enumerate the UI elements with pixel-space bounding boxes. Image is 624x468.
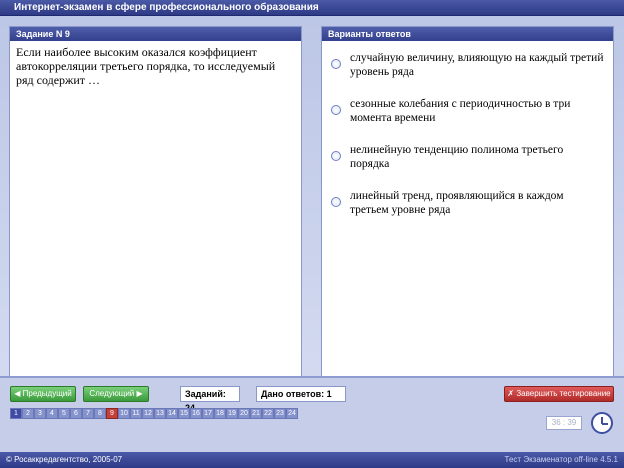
page-button-4[interactable]: 4 (46, 408, 58, 419)
page-button-17[interactable]: 17 (202, 408, 214, 419)
page-button-21[interactable]: 21 (250, 408, 262, 419)
page-button-9[interactable]: 9 (106, 408, 118, 419)
answered-counter: Дано ответов: 1 (256, 386, 346, 402)
page-button-12[interactable]: 12 (142, 408, 154, 419)
question-text: Если наиболее высоким оказался коэффицие… (16, 45, 276, 87)
window-title: Интернет-экзамен в сфере профессионально… (0, 0, 624, 16)
answer-option-3[interactable]: нелинейную тенденцию полинома третьего п… (322, 143, 613, 189)
page-button-6[interactable]: 6 (70, 408, 82, 419)
previous-label: Предыдущий (22, 389, 72, 398)
bottom-toolbar: ◀ Предыдущий Следующий ▶ Заданий: 24 Дан… (0, 376, 624, 452)
page-button-24[interactable]: 24 (286, 408, 298, 419)
answers-header: Варианты ответов (322, 27, 613, 41)
answer-option-1[interactable]: случайную величину, влияющую на каждый т… (322, 51, 613, 97)
answer-label: нелинейную тенденцию полинома третьего п… (350, 144, 564, 170)
answer-option-4[interactable]: линейный тренд, проявляющийся в каждом т… (322, 189, 613, 235)
page-button-5[interactable]: 5 (58, 408, 70, 419)
page-button-14[interactable]: 14 (166, 408, 178, 419)
finish-label: Завершить тестирование (516, 389, 611, 398)
radio-icon[interactable] (331, 151, 341, 161)
page-selector: 1 2 3 4 5 6 7 8 9 10 11 12 13 14 15 16 17 18 19 20 21 22 23 24 (10, 408, 298, 419)
version-text: Тест Экзаменатор off-line 4.5.1 (504, 455, 618, 464)
runner-icon: ✗ (507, 389, 515, 398)
answer-list: случайную величину, влияющую на каждый т… (322, 41, 613, 235)
answers-panel: Варианты ответов случайную величину, вли… (321, 26, 614, 382)
finish-test-button[interactable]: ✗ Завершить тестирование (504, 386, 614, 402)
page-button-23[interactable]: 23 (274, 408, 286, 419)
clock-icon (591, 412, 613, 434)
question-header: Задание N 9 (10, 27, 301, 41)
question-panel: Задание N 9 Если наиболее высоким оказал… (9, 26, 302, 382)
page-button-22[interactable]: 22 (262, 408, 274, 419)
page-button-8[interactable]: 8 (94, 408, 106, 419)
page-button-2[interactable]: 2 (22, 408, 34, 419)
answer-label: сезонные колебания с периодичностью в тр… (350, 98, 571, 124)
tasks-counter: Заданий: 24 (180, 386, 240, 413)
timer-display: 36 : 39 (546, 416, 582, 430)
radio-icon[interactable] (331, 59, 341, 69)
page-button-3[interactable]: 3 (34, 408, 46, 419)
page-button-20[interactable]: 20 (238, 408, 250, 419)
page-button-7[interactable]: 7 (82, 408, 94, 419)
page-button-19[interactable]: 19 (226, 408, 238, 419)
work-area: Задание N 9 Если наиболее высоким оказал… (0, 16, 624, 382)
arrow-right-icon: ▶ (136, 389, 143, 398)
page-button-13[interactable]: 13 (154, 408, 166, 419)
arrow-left-icon: ◀ (14, 389, 21, 398)
page-button-18[interactable]: 18 (214, 408, 226, 419)
answer-label: случайную величину, влияющую на каждый т… (350, 52, 604, 78)
copyright-text: © Росаккредагентство, 2005-07 (6, 455, 123, 464)
page-button-11[interactable]: 11 (130, 408, 142, 419)
radio-icon[interactable] (331, 105, 341, 115)
answer-option-2[interactable]: сезонные колебания с периодичностью в тр… (322, 97, 613, 143)
page-button-10[interactable]: 10 (118, 408, 130, 419)
next-label: Следующий (89, 389, 135, 398)
next-button[interactable]: Следующий ▶ (83, 386, 149, 402)
radio-icon[interactable] (331, 197, 341, 207)
page-button-1[interactable]: 1 (10, 408, 22, 419)
answer-label: линейный тренд, проявляющийся в каждом т… (350, 190, 564, 216)
page-button-16[interactable]: 16 (190, 408, 202, 419)
page-button-15[interactable]: 15 (178, 408, 190, 419)
previous-button[interactable]: ◀ Предыдущий (10, 386, 76, 402)
status-bar: © Росаккредагентство, 2005-07 Тест Экзам… (0, 452, 624, 468)
